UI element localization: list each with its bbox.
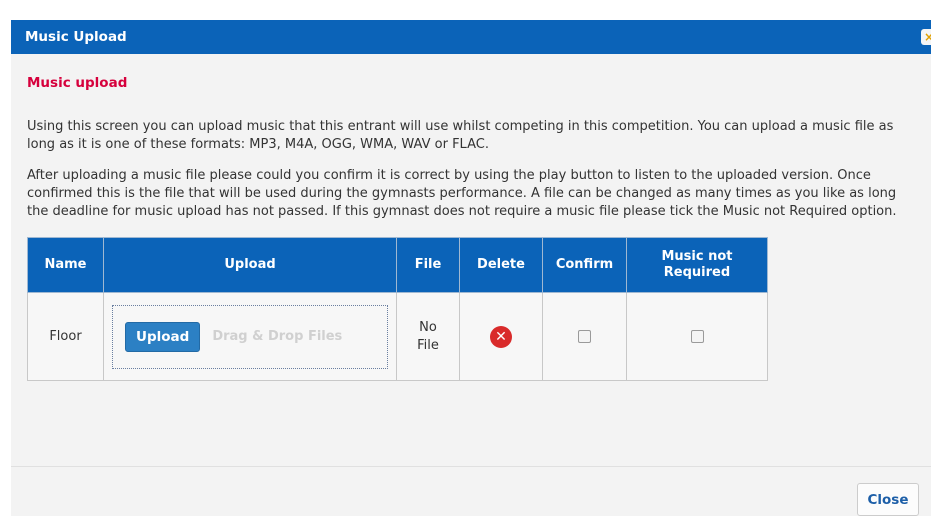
music-not-required-checkbox[interactable]: [690, 330, 704, 343]
dialog-close-icon[interactable]: ×: [921, 29, 931, 45]
table-header-row: Name Upload File Delete Confirm Music no…: [27, 237, 768, 293]
drag-drop-zone[interactable]: Upload Drag & Drop Files: [112, 304, 388, 369]
row-name-label: Floor: [49, 329, 82, 344]
delete-icon[interactable]: ✕: [490, 325, 512, 348]
header-delete: Delete: [459, 237, 543, 293]
instructions-paragraph-2: After uploading a music file please coul…: [27, 168, 897, 219]
header-file: File: [396, 237, 460, 293]
cell-file: No File: [396, 292, 460, 381]
close-button[interactable]: Close: [857, 483, 919, 516]
cell-upload: Upload Drag & Drop Files: [103, 292, 397, 381]
cell-name: Floor: [27, 292, 104, 381]
footer-divider: [11, 466, 931, 467]
drag-drop-label: Drag & Drop Files: [212, 329, 343, 344]
header-upload: Upload: [103, 237, 397, 293]
dialog-titlebar: Music Upload ×: [11, 20, 931, 54]
dialog-content: Music upload Using this screen you can u…: [11, 75, 931, 381]
header-confirm: Confirm: [542, 237, 627, 293]
cell-confirm: [542, 292, 627, 381]
header-music-not-required: Music not Required: [626, 237, 768, 293]
section-heading: Music upload: [27, 75, 128, 91]
instructions-paragraph-1: Using this screen you can upload music t…: [27, 119, 894, 152]
table-row: Floor Upload Drag & Drop Files No File ✕: [27, 292, 768, 381]
upload-button[interactable]: Upload: [125, 321, 201, 352]
file-status: No File: [417, 319, 439, 353]
cell-delete: ✕: [459, 292, 543, 381]
header-name: Name: [27, 237, 104, 293]
confirm-checkbox[interactable]: [578, 330, 591, 343]
music-table: Name Upload File Delete Confirm Music no…: [27, 237, 768, 381]
cell-music-not-required: [626, 292, 768, 381]
dialog-title: Music Upload: [25, 29, 127, 45]
music-upload-dialog: Music Upload × Music upload Using this s…: [11, 20, 931, 516]
